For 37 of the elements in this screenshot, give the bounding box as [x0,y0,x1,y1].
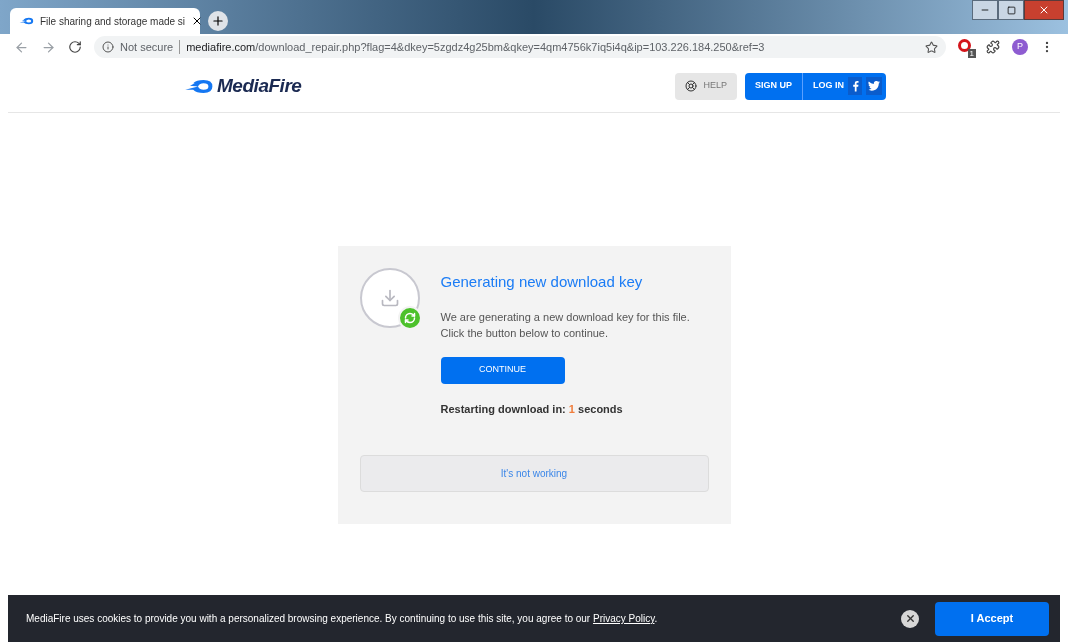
signup-button[interactable]: SIGN UP [745,72,803,100]
tab-title: File sharing and storage made si [40,14,186,29]
reload-icon[interactable] [68,40,82,54]
not-working-button[interactable]: It's not working [359,455,709,492]
card-title: Generating new download key [440,272,644,292]
continue-button[interactable]: CONTINUE [440,356,565,384]
facebook-icon[interactable] [851,80,859,92]
close-icon [1038,4,1050,16]
address-bar[interactable]: Not secure mediafire.com/download_repair.php?flag=4&dkey=5zgdz4g25bm&qkey=4qm4756k7iq5i4q&ip=103.226.184.250&ref=3 [94,36,946,58]
extension-icon[interactable]: 1 [958,39,974,55]
browser-tab[interactable]: File sharing and storage made si [10,8,200,34]
maximize-button[interactable] [998,0,1024,20]
plus-icon [211,14,225,28]
logo-text[interactable]: MediaFire [217,71,302,101]
minimize-button[interactable] [972,0,998,20]
close-icon [904,613,916,624]
flame-logo-icon [18,16,34,26]
twitter-icon[interactable] [868,81,880,91]
help-button[interactable]: HELP [675,72,737,100]
card-description: We are generating a new download key for this file. Click the button below to continue. [440,309,691,341]
login-button[interactable]: LOG IN [803,72,886,100]
countdown-text: Restarting download in: 1 seconds [440,401,624,417]
extension-badge: 1 [967,49,976,58]
profile-avatar[interactable]: P [1012,39,1028,55]
accept-button[interactable]: I Accept [935,601,1049,636]
forward-icon[interactable] [41,39,56,55]
cookie-notice: MediaFire uses cookies to provide you with a personalized browsing experience. By continuing to use this site, you agree to our Privacy Policy. [26,612,659,626]
close-button[interactable] [901,609,919,628]
security-label: Not secure [120,39,174,55]
url-text: mediafire.com/download_repair.php?flag=4&dkey=5zgdz4g25bm&qkey=4qm4756k7iq5i4q&ip=103.226.184.250&ref=3 [186,39,766,55]
maximize-icon [1006,5,1016,15]
info-icon[interactable] [102,41,114,53]
new-tab-button[interactable] [208,11,228,31]
puzzle-icon[interactable] [986,40,1000,54]
lifebuoy-icon [685,80,698,92]
back-icon[interactable] [14,39,29,55]
bookmark-star-icon[interactable] [925,40,938,54]
